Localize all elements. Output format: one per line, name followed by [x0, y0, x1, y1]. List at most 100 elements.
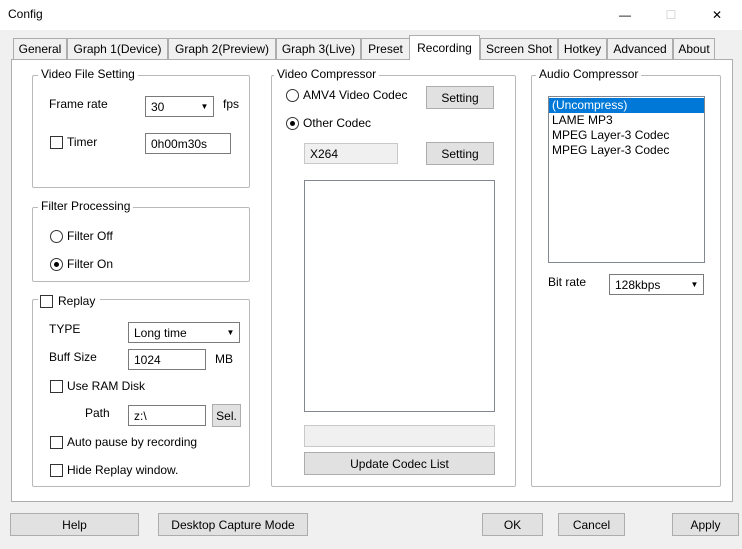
- path-value: z:\: [134, 408, 147, 423]
- hide-replay-checkbox[interactable]: [50, 464, 63, 477]
- ok-button[interactable]: OK: [482, 513, 543, 536]
- video-compressor-legend: Video Compressor: [274, 67, 380, 81]
- tab-graph1-device[interactable]: Graph 1(Device): [67, 38, 168, 59]
- select-path-button[interactable]: Sel.: [212, 404, 241, 427]
- tab-label: Graph 3(Live): [281, 42, 356, 56]
- desktop-capture-mode-button[interactable]: Desktop Capture Mode: [158, 513, 308, 536]
- bit-rate-value: 128kbps: [615, 277, 661, 292]
- maximize-button: ☐: [648, 0, 694, 30]
- tab-label: Recording: [417, 41, 472, 55]
- other-codec-setting-button[interactable]: Setting: [426, 142, 494, 165]
- audio-codec-item[interactable]: LAME MP3: [549, 113, 704, 128]
- chevron-down-icon: ▼: [690, 280, 699, 289]
- frame-rate-label: Frame rate: [49, 97, 108, 111]
- type-value: Long time: [134, 325, 187, 340]
- close-button[interactable]: ✕: [694, 0, 740, 30]
- filter-on-label: Filter On: [67, 257, 114, 271]
- chevron-down-icon: ▼: [200, 102, 209, 111]
- frame-rate-select[interactable]: 30 ▼: [145, 96, 214, 117]
- audio-compressor-legend: Audio Compressor: [536, 67, 642, 81]
- frame-rate-value: 30: [151, 99, 165, 114]
- audio-codec-item[interactable]: MPEG Layer-3 Codec: [549, 128, 704, 143]
- window-title: Config: [8, 7, 43, 21]
- radio-selected-dot: [54, 262, 59, 267]
- timer-label: Timer: [67, 135, 98, 149]
- audio-codec-list[interactable]: (Uncompress) LAME MP3 MPEG Layer-3 Codec…: [548, 96, 705, 263]
- minimize-button[interactable]: —: [602, 0, 648, 30]
- fps-label: fps: [223, 97, 240, 111]
- tab-label: Advanced: [613, 42, 667, 56]
- buff-size-input[interactable]: 1024: [128, 349, 206, 370]
- tab-general[interactable]: General: [13, 38, 67, 59]
- audio-codec-item[interactable]: (Uncompress): [549, 98, 704, 113]
- buff-unit-label: MB: [215, 352, 233, 366]
- use-ram-disk-label: Use RAM Disk: [67, 379, 146, 393]
- timer-checkbox[interactable]: [50, 136, 63, 149]
- video-file-setting-legend: Video File Setting: [38, 67, 138, 81]
- buff-size-value: 1024: [134, 352, 161, 367]
- amv4-label: AMV4 Video Codec: [303, 88, 408, 102]
- radio-selected-dot: [290, 121, 295, 126]
- type-select[interactable]: Long time ▼: [128, 322, 240, 343]
- filter-processing-legend: Filter Processing: [38, 199, 134, 213]
- apply-label: Apply: [690, 517, 721, 532]
- filter-off-radio[interactable]: [50, 230, 63, 243]
- amv4-radio[interactable]: [286, 89, 299, 102]
- help-button[interactable]: Help: [10, 513, 139, 536]
- minimize-icon: —: [619, 8, 631, 22]
- bit-rate-select[interactable]: 128kbps ▼: [609, 274, 704, 295]
- ok-label: OK: [503, 517, 522, 532]
- buff-size-label: Buff Size: [49, 350, 97, 364]
- tab-label: Preset: [368, 42, 403, 56]
- tab-label: Graph 1(Device): [73, 42, 162, 56]
- tab-hotkey[interactable]: Hotkey: [558, 38, 607, 59]
- update-codec-list-label: Update Codec List: [350, 456, 449, 471]
- select-path-label: Sel.: [216, 408, 237, 423]
- codec-name-field: X264: [304, 143, 398, 164]
- codec-list[interactable]: [304, 180, 495, 412]
- type-label: TYPE: [49, 322, 81, 336]
- tab-label: Graph 2(Preview): [174, 42, 270, 56]
- help-label: Help: [62, 517, 87, 532]
- close-icon: ✕: [711, 8, 723, 22]
- auto-pause-checkbox[interactable]: [50, 436, 63, 449]
- setting-button-label: Setting: [441, 146, 479, 161]
- other-codec-label: Other Codec: [303, 116, 372, 130]
- desktop-capture-label: Desktop Capture Mode: [171, 517, 295, 532]
- tab-preset[interactable]: Preset: [361, 38, 410, 59]
- codec-name-value: X264: [310, 146, 339, 161]
- cancel-label: Cancel: [572, 517, 611, 532]
- tab-advanced[interactable]: Advanced: [607, 38, 673, 59]
- tab-screen-shot[interactable]: Screen Shot: [480, 38, 558, 59]
- setting-button-label: Setting: [441, 90, 479, 105]
- tab-recording[interactable]: Recording: [409, 35, 480, 60]
- tab-graph2-preview[interactable]: Graph 2(Preview): [168, 38, 276, 59]
- cancel-button[interactable]: Cancel: [558, 513, 625, 536]
- replay-checkbox[interactable]: [40, 295, 53, 308]
- tab-label: Hotkey: [563, 42, 602, 56]
- use-ram-disk-checkbox[interactable]: [50, 380, 63, 393]
- tab-label: General: [18, 42, 62, 56]
- tab-about[interactable]: About: [673, 38, 715, 59]
- amv4-setting-button[interactable]: Setting: [426, 86, 494, 109]
- filter-on-radio[interactable]: [50, 258, 63, 271]
- video-file-setting-group: [32, 75, 250, 188]
- audio-codec-item[interactable]: MPEG Layer-3 Codec: [549, 143, 704, 158]
- auto-pause-label: Auto pause by recording: [67, 435, 198, 449]
- replay-label: Replay: [58, 294, 96, 308]
- apply-button[interactable]: Apply: [672, 513, 739, 536]
- timer-input[interactable]: 0h00m30s: [145, 133, 231, 154]
- tab-label: Screen Shot: [485, 42, 553, 56]
- timer-value: 0h00m30s: [151, 136, 208, 151]
- chevron-down-icon: ▼: [226, 328, 235, 337]
- filter-off-label: Filter Off: [67, 229, 113, 243]
- bit-rate-label: Bit rate: [548, 275, 587, 289]
- maximize-icon: ☐: [665, 8, 677, 22]
- path-label: Path: [85, 406, 110, 420]
- other-codec-radio[interactable]: [286, 117, 299, 130]
- path-input[interactable]: z:\: [128, 405, 206, 426]
- codec-status-field: [304, 425, 495, 447]
- update-codec-list-button[interactable]: Update Codec List: [304, 452, 495, 475]
- filter-processing-group: [32, 207, 250, 282]
- tab-graph3-live[interactable]: Graph 3(Live): [276, 38, 361, 59]
